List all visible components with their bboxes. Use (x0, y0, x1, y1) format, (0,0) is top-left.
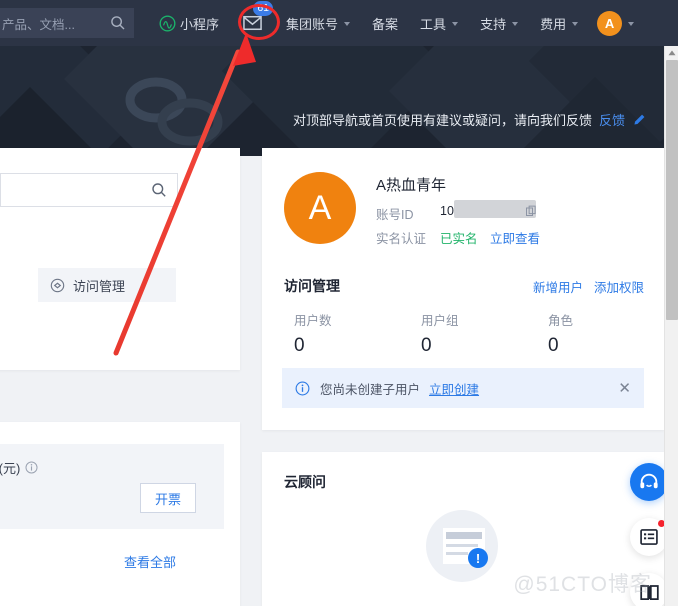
list-fab[interactable] (630, 518, 668, 556)
account-id-label: 账号ID (376, 208, 414, 222)
headset-icon (640, 473, 658, 489)
create-subuser-link[interactable]: 立即创建 (429, 379, 479, 398)
doc-line-1 (446, 544, 478, 547)
profile-card: A A热血青年 账号ID 10 实名认证 已实名 立即查看 访问管理 新增用户 … (262, 148, 664, 430)
access-management-title: 访问管理 (284, 278, 340, 294)
nav-item-group-account[interactable]: 集团账号 (275, 0, 361, 46)
stat-users-label: 用户数 (294, 314, 332, 328)
watermark: @51CTO博客 (513, 573, 652, 596)
chip-label: 访问管理 (73, 278, 126, 294)
invoice-label-row: 开发票 (元) (0, 458, 38, 477)
chevron-down-icon (344, 22, 351, 26)
nav-item-icp[interactable]: 备案 (361, 0, 409, 46)
card-search-input[interactable] (0, 173, 178, 207)
list-icon (640, 529, 658, 545)
left-top-card: 访问管理 (0, 148, 240, 370)
avatar: A (284, 172, 356, 244)
info-icon[interactable] (25, 461, 38, 474)
chevron-down-icon (452, 22, 459, 26)
search-icon[interactable] (110, 15, 126, 31)
stat-groups: 用户组 0 (421, 310, 459, 357)
info-icon (295, 381, 310, 395)
nav-item-account[interactable]: A (589, 0, 645, 46)
feedback-link[interactable]: 反馈 (599, 110, 625, 129)
nav-item-mini-program[interactable]: 小程序 (148, 0, 230, 46)
doc-header-bar (446, 532, 482, 539)
nav-label-mini-program: 小程序 (180, 16, 220, 32)
exclamation-badge: ! (468, 548, 488, 568)
notice-text: 您尚未创建子用户 (320, 382, 421, 397)
chevron-down-icon (512, 22, 519, 26)
search-icon (152, 183, 166, 197)
stat-roles-value: 0 (548, 335, 559, 356)
stat-users: 用户数 0 (294, 310, 332, 357)
stat-groups-value: 0 (421, 335, 432, 356)
support-fab[interactable] (630, 463, 668, 501)
invoice-label: 开发票 (元) (0, 461, 21, 476)
doc-line-2 (446, 552, 468, 555)
realname-status: 已实名 (440, 232, 478, 246)
access-management-actions: 新增用户 添加权限 (533, 277, 644, 296)
add-permission-button[interactable]: 添加权限 (594, 277, 644, 296)
stat-roles-label: 角色 (548, 314, 574, 328)
mail-icon (243, 15, 262, 31)
no-subuser-notice: 您尚未创建子用户 立即创建 ✕ (282, 368, 644, 408)
chevron-down-icon (628, 22, 635, 26)
account-id-redaction (454, 200, 536, 218)
access-management-icon (50, 278, 65, 292)
left-bottom-card: 开发票 (元) 8.04 开票 查看全部 (0, 422, 240, 606)
realname-label: 实名认证 (376, 232, 427, 246)
feedback-text: 对顶部导航或首页使用有建议或疑问，请向我们反馈 (292, 113, 592, 128)
mail-badge: 61 (253, 1, 274, 16)
stat-users-value: 0 (294, 335, 305, 356)
copy-icon[interactable] (525, 205, 537, 217)
scrollbar-thumb[interactable] (666, 60, 678, 320)
mini-program-icon (159, 15, 176, 31)
feedback-banner: 对顶部导航或首页使用有建议或疑问，请向我们反馈 反馈 (293, 110, 646, 129)
close-icon[interactable]: ✕ (618, 381, 631, 396)
nav-label-tools: 工具 (420, 16, 447, 32)
nav-label-group-account: 集团账号 (286, 16, 339, 32)
pencil-icon[interactable] (632, 113, 646, 127)
profile-name: A热血青年 (376, 177, 447, 194)
stat-groups-label: 用户组 (421, 314, 459, 328)
view-all-link[interactable]: 查看全部 (124, 552, 176, 571)
nav-label-icp: 备案 (372, 16, 399, 32)
nav-label-billing: 费用 (540, 16, 567, 32)
top-navigation-bar: 产品、文档... 小程序 61 集团账号 备案 工具 支持 费用 A (0, 0, 678, 46)
stat-roles: 角色 0 (548, 310, 573, 357)
realname-view-link[interactable]: 立即查看 (490, 228, 540, 247)
scroll-up-arrow[interactable] (665, 46, 678, 60)
account-id-value: 10 (440, 204, 454, 218)
avatar: A (597, 10, 623, 36)
chevron-down-icon (572, 22, 579, 26)
empty-document-icon: ! (426, 510, 498, 582)
search-input[interactable]: 产品、文档... (0, 8, 134, 38)
nav-items: 小程序 61 集团账号 备案 工具 支持 费用 A (148, 0, 645, 46)
nav-item-tools[interactable]: 工具 (409, 0, 469, 46)
search-placeholder: 产品、文档... (2, 17, 75, 32)
nav-item-support[interactable]: 支持 (469, 0, 529, 46)
hero-banner: 对顶部导航或首页使用有建议或疑问，请向我们反馈 反馈 (0, 46, 664, 156)
scrollbar[interactable] (664, 46, 678, 606)
nav-item-mail[interactable]: 61 (230, 0, 275, 46)
cloud-emblem-icon (125, 77, 223, 146)
chevron-up-icon (668, 50, 676, 56)
advisor-title: 云顾问 (284, 474, 326, 490)
access-management-chip[interactable]: 访问管理 (38, 268, 176, 302)
console-home-page: 对顶部导航或首页使用有建议或疑问，请向我们反馈 反馈 访问管理 开发票 (0, 0, 678, 606)
nav-label-support: 支持 (480, 16, 507, 32)
invoice-button[interactable]: 开票 (140, 483, 196, 513)
nav-item-billing[interactable]: 费用 (529, 0, 589, 46)
add-user-button[interactable]: 新增用户 (533, 277, 583, 296)
